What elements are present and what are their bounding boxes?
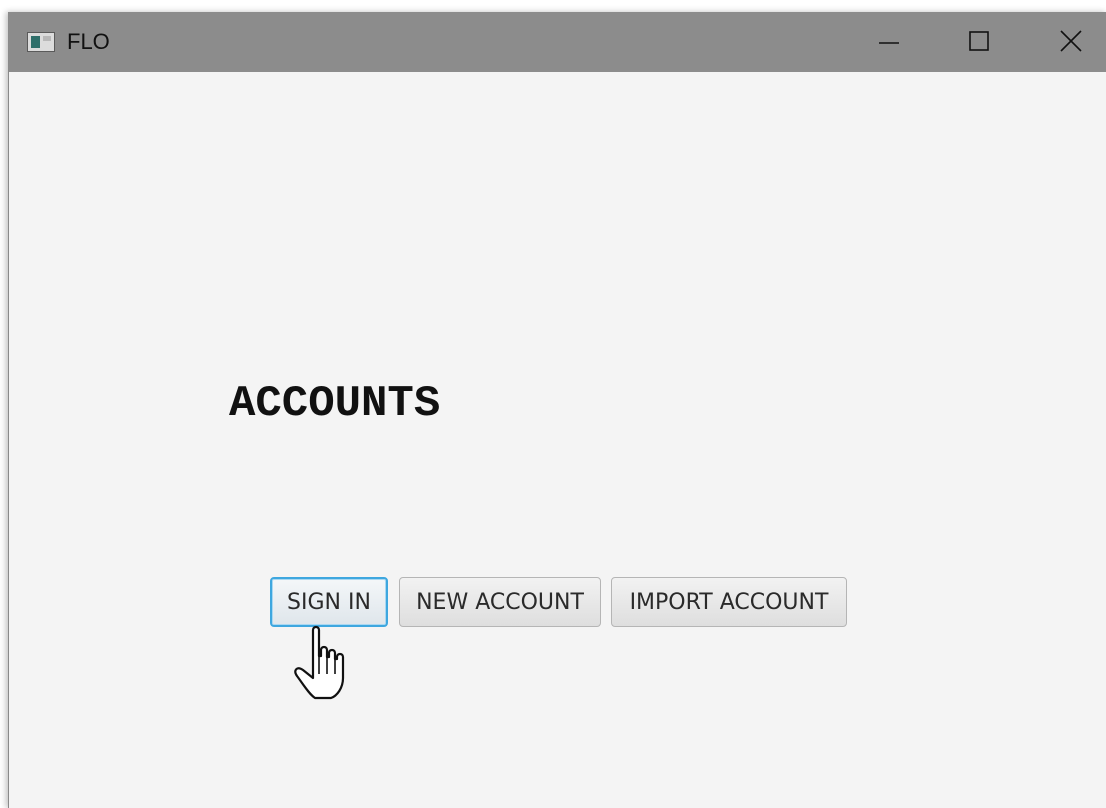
close-icon: [1060, 30, 1082, 52]
app-window: FLO ACCOUNTS SIGN IN NEW ACCOUNT IMPORT …: [8, 12, 1106, 808]
page-title: ACCOUNTS: [229, 379, 441, 429]
maximize-icon: [969, 31, 989, 51]
window-title: FLO: [67, 29, 110, 54]
minimize-button[interactable]: [849, 12, 929, 72]
sign-in-button[interactable]: SIGN IN: [270, 577, 388, 627]
new-account-button[interactable]: NEW ACCOUNT: [399, 577, 601, 627]
app-window-icon: [27, 32, 55, 52]
maximize-button[interactable]: [939, 12, 1019, 72]
close-button[interactable]: [1031, 12, 1106, 72]
hand-pointer-icon: [294, 625, 345, 700]
import-account-button[interactable]: IMPORT ACCOUNT: [611, 577, 847, 627]
minimize-icon: [879, 42, 899, 44]
title-bar[interactable]: FLO: [9, 12, 1106, 72]
